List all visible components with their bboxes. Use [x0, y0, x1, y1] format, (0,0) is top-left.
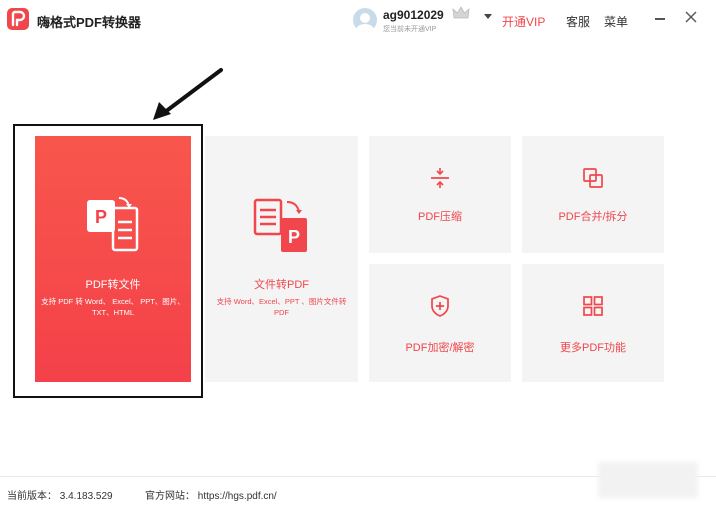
- pdf-compress-card[interactable]: PDF压缩: [369, 136, 511, 253]
- highlight-box: [13, 124, 203, 398]
- version-label: 当前版本： 3.4.183.529: [7, 491, 113, 502]
- merge-split-icon: [583, 168, 603, 188]
- customer-service-link[interactable]: 客服: [566, 13, 590, 30]
- menu-link[interactable]: 菜单: [604, 13, 628, 30]
- close-icon[interactable]: [684, 10, 698, 24]
- title-bar: 嗨格式PDF转换器 ag9012029 您当前未开通VIP 开通VIP 客服 菜…: [0, 0, 716, 40]
- annotation-arrow: [153, 68, 223, 120]
- card-title: PDF压缩: [418, 211, 462, 223]
- app-logo: [7, 8, 29, 30]
- avatar[interactable]: [353, 8, 377, 32]
- crown-icon: [452, 6, 470, 19]
- file-to-pdf-card[interactable]: P 文件转PDF 支持 Word、Excel、PPT 、图片文件转 PDF: [205, 136, 358, 382]
- blurred-region: [598, 462, 698, 498]
- pdf-merge-split-card[interactable]: PDF合并/拆分: [522, 136, 664, 253]
- more-features-card[interactable]: 更多PDF功能: [522, 264, 664, 382]
- compress-icon: [431, 168, 449, 188]
- username[interactable]: ag9012029: [383, 8, 444, 22]
- vip-status-note: 您当前未开通VIP: [383, 26, 437, 33]
- file-to-pdf-icon: P: [253, 198, 307, 252]
- card-title: 更多PDF功能: [560, 342, 626, 354]
- website-label[interactable]: 官方网站： https://hgs.pdf.cn/: [145, 487, 277, 502]
- open-vip-link[interactable]: 开通VIP: [502, 13, 545, 30]
- card-title: PDF合并/拆分: [558, 211, 628, 223]
- minimize-button[interactable]: [655, 18, 665, 20]
- card-description: 支持 Word、Excel、PPT 、图片文件转 PDF: [216, 297, 347, 317]
- card-title: PDF加密/解密: [405, 342, 475, 354]
- grid-icon: [583, 296, 603, 316]
- card-title: 文件转PDF: [254, 279, 309, 291]
- svg-text:P: P: [288, 227, 300, 247]
- pdf-encrypt-card[interactable]: PDF加密/解密: [369, 264, 511, 382]
- shield-icon: [431, 295, 449, 317]
- app-title: 嗨格式PDF转换器: [37, 15, 142, 30]
- chevron-down-icon[interactable]: [483, 13, 493, 21]
